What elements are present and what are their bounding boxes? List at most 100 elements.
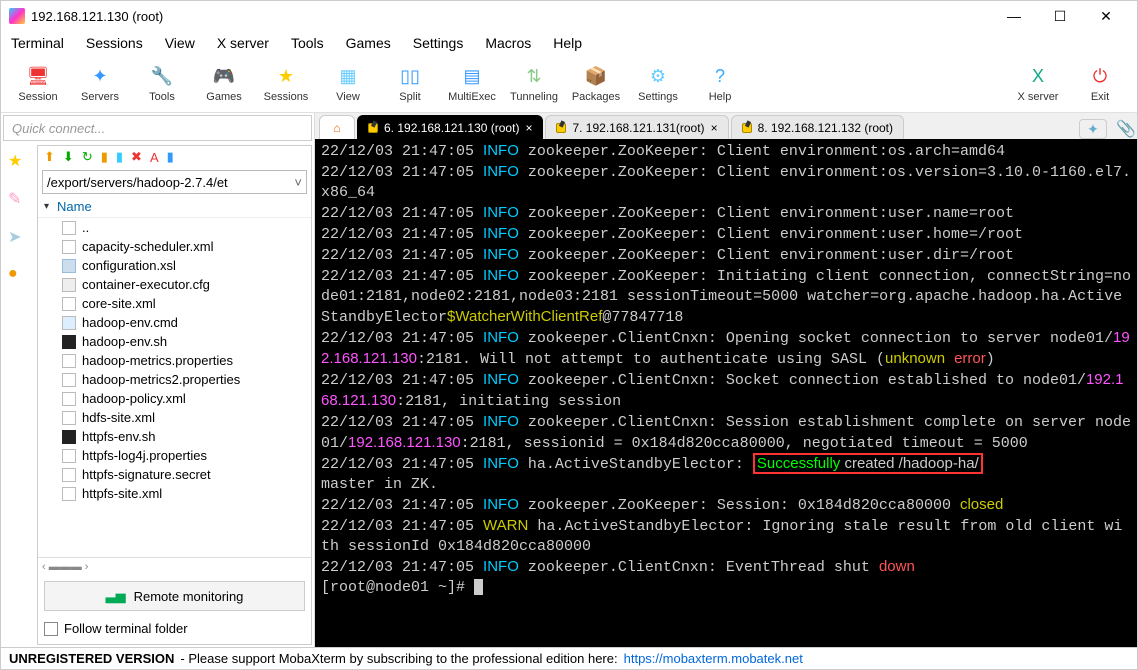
- xserver-button-icon: X: [1026, 64, 1050, 88]
- cursor: [474, 579, 483, 595]
- list-icon[interactable]: ▮: [167, 149, 174, 165]
- remote-monitoring-button[interactable]: ▃▅ Remote monitoring: [44, 581, 305, 611]
- sftp-panel: ⬆ ⬇ ↻ ▮ ▮ ✖ A ▮ /export/servers/hadoop-2…: [37, 145, 312, 645]
- horizontal-scrollbar[interactable]: ‹ ▬▬▬ ›: [38, 557, 311, 575]
- terminal[interactable]: 22/12/03 21:47:05 INFO zookeeper.ZooKeep…: [315, 139, 1137, 647]
- file-row[interactable]: hadoop-metrics2.properties: [38, 370, 311, 389]
- exit-button[interactable]: ⏻Exit: [1069, 64, 1131, 103]
- titlebar: 192.168.121.130 (root) — ☐ ✕: [1, 1, 1137, 31]
- file-list-header[interactable]: Name: [38, 196, 311, 218]
- newfolder-icon[interactable]: ▮: [101, 149, 108, 165]
- file-icon: [62, 335, 76, 349]
- path-value: /export/servers/hadoop-2.7.4/et: [47, 175, 228, 190]
- file-icon: [62, 297, 76, 311]
- globe-icon[interactable]: ●: [8, 265, 28, 285]
- star-icon[interactable]: ★: [8, 151, 28, 171]
- follow-terminal-checkbox[interactable]: Follow terminal folder: [44, 621, 305, 636]
- toolbar: 🖥Session✦Servers🔧Tools🎮Games★Sessions▦Vi…: [1, 55, 1137, 113]
- checkbox-icon: [44, 622, 58, 636]
- xserver-button[interactable]: XX server: [1007, 64, 1069, 103]
- file-row[interactable]: httpfs-env.sh: [38, 427, 311, 446]
- file-row[interactable]: hadoop-metrics.properties: [38, 351, 311, 370]
- file-icon: [62, 316, 76, 330]
- games-button[interactable]: 🎮Games: [193, 64, 255, 103]
- close-button[interactable]: ✕: [1083, 1, 1129, 31]
- terminal-icon: [368, 123, 378, 133]
- new-tab-button[interactable]: ✦: [1079, 119, 1107, 139]
- help-button[interactable]: ?Help: [689, 64, 751, 103]
- path-selector[interactable]: /export/servers/hadoop-2.7.4/et ˅: [42, 170, 307, 194]
- close-tab-icon[interactable]: ×: [525, 121, 532, 135]
- file-row[interactable]: httpfs-signature.secret: [38, 465, 311, 484]
- multiexec-button[interactable]: ▤MultiExec: [441, 64, 503, 103]
- tools-button[interactable]: 🔧Tools: [131, 64, 193, 103]
- refresh-icon[interactable]: ↻: [82, 149, 93, 165]
- menu-macros[interactable]: Macros: [485, 35, 531, 51]
- delete-icon[interactable]: ✖: [131, 149, 142, 165]
- file-row[interactable]: capacity-scheduler.xml: [38, 237, 311, 256]
- minimize-button[interactable]: —: [991, 1, 1037, 31]
- file-row[interactable]: container-executor.cfg: [38, 275, 311, 294]
- file-row[interactable]: configuration.xsl: [38, 256, 311, 275]
- packages-button-icon: 📦: [584, 64, 608, 88]
- side-tabs: ★ ✎ ➤ ●: [1, 143, 35, 647]
- file-icon: [62, 430, 76, 444]
- menu-sessions[interactable]: Sessions: [86, 35, 143, 51]
- multiexec-button-icon: ▤: [460, 64, 484, 88]
- menu-tools[interactable]: Tools: [291, 35, 324, 51]
- settings-button[interactable]: ⚙Settings: [627, 64, 689, 103]
- file-icon: [62, 411, 76, 425]
- tab-home[interactable]: ⌂: [319, 115, 355, 139]
- session-button[interactable]: 🖥Session: [7, 64, 69, 103]
- servers-button[interactable]: ✦Servers: [69, 64, 131, 103]
- tab-6[interactable]: 6. 192.168.121.130 (root)×: [357, 115, 543, 139]
- brush-icon[interactable]: ✎: [8, 189, 28, 209]
- unregistered-label: UNREGISTERED VERSION: [9, 651, 174, 666]
- quick-connect-input[interactable]: Quick connect...: [3, 115, 312, 141]
- file-row[interactable]: hadoop-policy.xml: [38, 389, 311, 408]
- tunneling-button[interactable]: ⇅Tunneling: [503, 64, 565, 103]
- monitor-icon: ▃▅: [106, 588, 126, 604]
- tab-8[interactable]: 8. 192.168.121.132 (root): [731, 115, 904, 139]
- file-row[interactable]: httpfs-log4j.properties: [38, 446, 311, 465]
- file-row[interactable]: ..: [38, 218, 311, 237]
- menu-x-server[interactable]: X server: [217, 35, 269, 51]
- terminal-icon: [742, 123, 752, 133]
- file-row[interactable]: hadoop-env.cmd: [38, 313, 311, 332]
- file-list[interactable]: Name ..capacity-scheduler.xmlconfigurati…: [38, 196, 311, 557]
- file-row[interactable]: hadoop-env.sh: [38, 332, 311, 351]
- download-icon[interactable]: ⬇: [63, 149, 74, 165]
- newfile-icon[interactable]: ▮: [116, 149, 123, 165]
- chevron-down-icon: ˅: [294, 175, 302, 190]
- tab-7[interactable]: 7. 192.168.121.131(root)×: [545, 115, 728, 139]
- send-icon[interactable]: ➤: [8, 227, 28, 247]
- file-row[interactable]: httpfs-site.xml: [38, 484, 311, 503]
- view-button-icon: ▦: [336, 64, 360, 88]
- alpha-icon[interactable]: A: [150, 150, 159, 165]
- app-icon: [9, 8, 25, 24]
- settings-button-icon: ⚙: [646, 64, 670, 88]
- file-icon: [62, 240, 76, 254]
- menu-settings[interactable]: Settings: [413, 35, 464, 51]
- split-button[interactable]: ▯▯Split: [379, 64, 441, 103]
- file-row[interactable]: hdfs-site.xml: [38, 408, 311, 427]
- file-icon: [62, 487, 76, 501]
- sessions-button-icon: ★: [274, 64, 298, 88]
- menu-games[interactable]: Games: [346, 35, 391, 51]
- close-tab-icon[interactable]: ×: [711, 121, 718, 135]
- file-icon: [62, 392, 76, 406]
- file-row[interactable]: core-site.xml: [38, 294, 311, 313]
- upload-icon[interactable]: ⬆: [44, 149, 55, 165]
- menubar: Terminal Sessions View X server Tools Games Se…: [1, 31, 1137, 55]
- paperclip-icon[interactable]: 📎: [1115, 119, 1137, 139]
- menu-view[interactable]: View: [165, 35, 195, 51]
- maximize-button[interactable]: ☐: [1037, 1, 1083, 31]
- view-button[interactable]: ▦View: [317, 64, 379, 103]
- subscribe-link[interactable]: https://mobaxterm.mobatek.net: [624, 651, 803, 666]
- packages-button[interactable]: 📦Packages: [565, 64, 627, 103]
- sessions-button[interactable]: ★Sessions: [255, 64, 317, 103]
- sftp-toolbar: ⬆ ⬇ ↻ ▮ ▮ ✖ A ▮: [38, 146, 311, 168]
- menu-help[interactable]: Help: [553, 35, 582, 51]
- menu-terminal[interactable]: Terminal: [11, 35, 64, 51]
- servers-button-icon: ✦: [88, 64, 112, 88]
